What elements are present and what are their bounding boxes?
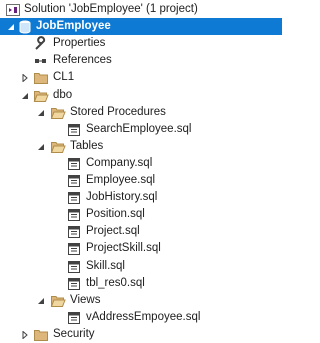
tree-row-job-history[interactable]: JobHistory.sql	[0, 189, 282, 206]
file-label: vAddressEmpoyee.sql	[86, 311, 201, 323]
folder-icon	[33, 70, 49, 86]
file-label: JobHistory.sql	[86, 191, 158, 203]
folder-label: Views	[70, 294, 101, 306]
tree-row-skill[interactable]: Skill.sql	[0, 258, 282, 275]
tree-row-dbo[interactable]: dbo	[0, 87, 282, 104]
sql-file-icon	[66, 173, 82, 189]
open-folder-icon	[33, 88, 49, 104]
sql-file-icon	[66, 190, 82, 206]
collapse-arrow-icon[interactable]	[6, 22, 15, 31]
tables-label: Tables	[70, 140, 104, 152]
expand-arrow-icon[interactable]	[20, 73, 29, 82]
database-project-icon	[17, 19, 33, 35]
properties-label: Properties	[53, 37, 106, 49]
file-label: Skill.sql	[86, 260, 125, 272]
tree-row-v-address[interactable]: vAddressEmpoyee.sql	[0, 309, 282, 326]
tree-row-tables[interactable]: Tables	[0, 138, 282, 155]
wrench-icon	[33, 35, 49, 52]
collapse-arrow-icon[interactable]	[36, 108, 45, 117]
stored-procedures-label: Stored Procedures	[70, 106, 166, 118]
sql-file-icon	[66, 122, 82, 138]
collapse-arrow-icon[interactable]	[20, 91, 29, 100]
dbo-label: dbo	[53, 89, 73, 101]
sql-file-icon	[66, 241, 82, 257]
tree-row-search-employee[interactable]: SearchEmployee.sql	[0, 121, 282, 138]
sql-file-icon	[66, 276, 82, 292]
collapse-arrow-icon[interactable]	[36, 142, 45, 151]
tree-row-security[interactable]: Security	[0, 326, 282, 343]
collapse-arrow-icon[interactable]	[36, 296, 45, 305]
open-folder-icon	[50, 293, 66, 309]
tree-row-position[interactable]: Position.sql	[0, 206, 282, 223]
sql-file-icon	[66, 207, 82, 223]
open-folder-icon	[50, 139, 66, 155]
tree-row-tbl-res0[interactable]: tbl_res0.sql	[0, 275, 282, 292]
references-label: References	[53, 54, 112, 66]
sql-file-icon	[66, 310, 82, 326]
file-label: Company.sql	[86, 157, 153, 169]
tree-row-references[interactable]: References	[0, 52, 282, 69]
file-label: Employee.sql	[86, 174, 156, 186]
solution-label: Solution 'JobEmployee' (1 project)	[24, 3, 198, 15]
tree-row-employee[interactable]: Employee.sql	[0, 172, 282, 189]
expand-arrow-icon[interactable]	[20, 330, 29, 339]
tree-row-project-skill[interactable]: ProjectSkill.sql	[0, 240, 282, 257]
sql-file-icon	[66, 224, 82, 240]
tree-row-project[interactable]: JobEmployee	[0, 18, 282, 35]
tree-row-cl1[interactable]: CL1	[0, 69, 282, 86]
cl1-label: CL1	[53, 71, 75, 83]
project-label: JobEmployee	[36, 20, 111, 32]
sql-file-icon	[66, 259, 82, 275]
tree-row-solution[interactable]: Solution 'JobEmployee' (1 project)	[0, 1, 282, 18]
file-label: Position.sql	[86, 208, 145, 220]
file-label: tbl_res0.sql	[86, 277, 145, 289]
file-label: SearchEmployee.sql	[86, 123, 192, 135]
file-label: ProjectSkill.sql	[86, 242, 161, 254]
tree-row-views[interactable]: Views	[0, 292, 282, 309]
sql-file-icon	[66, 156, 82, 172]
open-folder-icon	[50, 105, 66, 121]
folder-icon	[33, 327, 49, 343]
tree-row-company[interactable]: Company.sql	[0, 155, 282, 172]
solution-icon	[5, 2, 21, 18]
tree-row-stored-procedures[interactable]: Stored Procedures	[0, 104, 282, 121]
references-icon	[33, 53, 49, 69]
tree-row-properties[interactable]: Properties	[0, 35, 282, 52]
folder-label: Security	[53, 328, 95, 340]
tree-row-project-sql[interactable]: Project.sql	[0, 223, 282, 240]
file-label: Project.sql	[86, 225, 140, 237]
